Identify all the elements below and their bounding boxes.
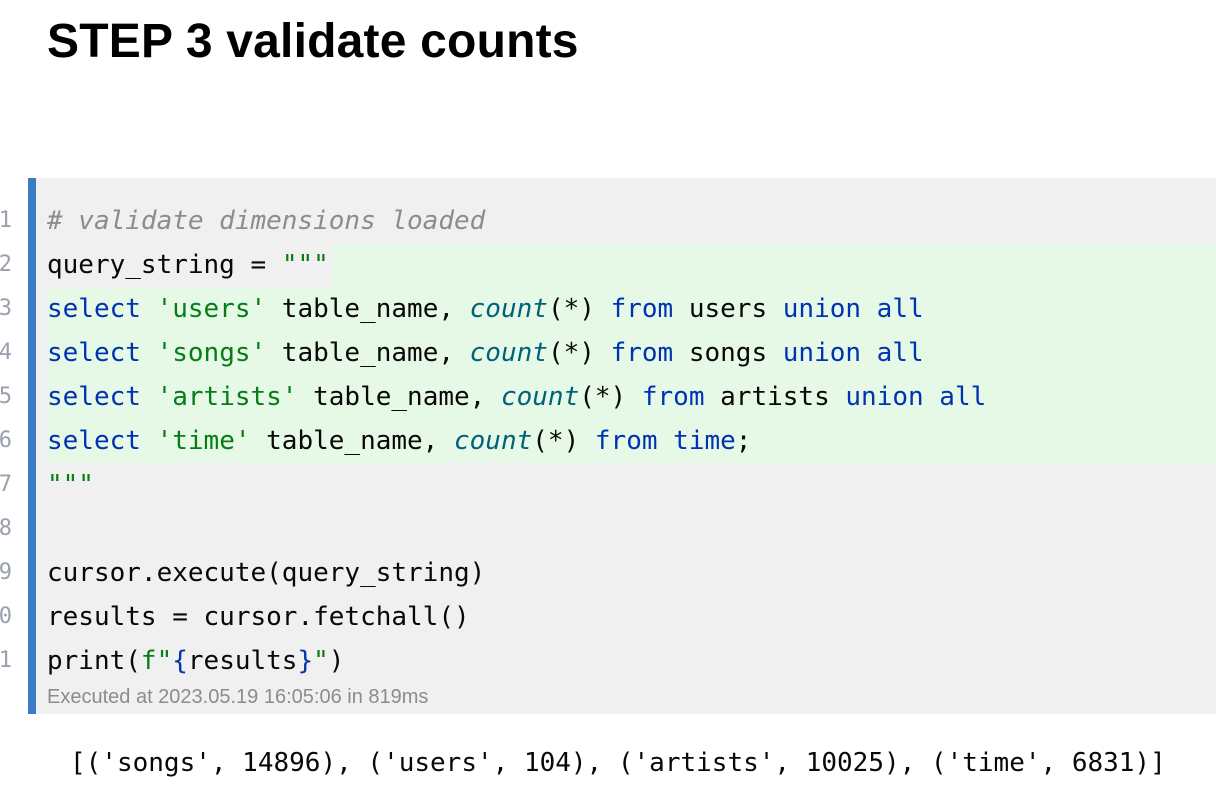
code-token-str: " — [313, 646, 329, 676]
code-token-str: """ — [281, 250, 329, 280]
code-line: select 'users' table_name, count(*) from… — [47, 287, 986, 331]
code-line: select 'songs' table_name, count(*) from… — [47, 331, 986, 375]
code-line: select 'time' table_name, count(*) from … — [47, 419, 986, 463]
line-number: 1 — [0, 648, 12, 673]
code-token-plain: ) — [328, 646, 345, 676]
code-token-fn: count — [469, 338, 548, 368]
code-token-plain: table_name, — [266, 294, 470, 324]
code-token-plain: (*) — [579, 382, 642, 412]
code-token-str: 'time' — [156, 426, 251, 456]
code-token-kw: union all — [782, 294, 924, 324]
code-token-plain: ; — [735, 426, 752, 456]
code-token-kw: select — [47, 294, 141, 324]
code-token-kw: union all — [845, 382, 987, 412]
code-token-kw: select — [47, 382, 141, 412]
page-title: STEP 3 validate counts — [47, 15, 579, 68]
code-line: query_string = """ — [47, 243, 986, 287]
code-token-kw: select — [47, 426, 141, 456]
line-number: 3 — [0, 296, 12, 321]
code-token-brace: } — [297, 646, 314, 676]
code-token-com: # validate dimensions loaded — [47, 206, 486, 236]
code-token-plain: table_name, — [250, 426, 454, 456]
code-token-str: 'artists' — [156, 382, 298, 412]
line-number: 4 — [0, 340, 12, 365]
line-number: 6 — [0, 428, 12, 453]
code-token-kw: from time — [594, 426, 736, 456]
code-token-fn: count — [454, 426, 533, 456]
line-number: 7 — [0, 472, 12, 497]
code-token-plain: users — [673, 294, 783, 324]
code-line: print(f"{results}") — [47, 639, 986, 683]
code-token-brace: { — [172, 646, 188, 676]
code-token-plain: artists — [704, 382, 846, 412]
code-token-kw: union all — [782, 338, 924, 368]
code-token-plain: table_name, — [297, 382, 501, 412]
code-token-plain: table_name, — [266, 338, 470, 368]
code-token-plain: results = cursor.fetchall() — [47, 602, 470, 632]
code-editor[interactable]: # validate dimensions loaded query_string… — [47, 199, 986, 683]
code-token-plain: (*) — [532, 426, 595, 456]
code-token-fn: count — [500, 382, 580, 412]
code-token-kw: from — [610, 294, 674, 324]
line-number: 5 — [0, 384, 12, 409]
code-line: # validate dimensions loaded — [47, 199, 986, 243]
line-number: 0 — [0, 604, 12, 629]
code-token-plain: songs — [673, 338, 783, 368]
code-token-fn: count — [469, 294, 548, 324]
line-number: 1 — [0, 208, 12, 233]
code-token-plain: (*) — [547, 338, 611, 368]
code-token-str: 'users' — [156, 294, 267, 324]
code-line: cursor.execute(query_string) — [47, 551, 986, 595]
code-token-plain: (*) — [547, 294, 611, 324]
execution-status: Executed at 2023.05.19 16:05:06 in 819ms — [47, 686, 429, 708]
line-number: 2 — [0, 252, 12, 277]
code-token-plain: cursor.execute(query_string) — [47, 558, 486, 588]
code-token-str: """ — [47, 470, 94, 500]
cell-selection-bar — [28, 178, 36, 714]
code-token-kw: from — [641, 382, 705, 412]
line-number: 8 — [0, 516, 12, 541]
code-token-str: f" — [140, 646, 173, 676]
cell-output: [('songs', 14896), ('users', 104), ('art… — [70, 748, 1166, 778]
code-line: select 'artists' table_name, count(*) fr… — [47, 375, 986, 419]
code-token-kw: from — [610, 338, 674, 368]
line-number: 9 — [0, 560, 12, 585]
code-line: """ — [47, 463, 986, 507]
code-line: results = cursor.fetchall() — [47, 595, 986, 639]
code-token-plain: print( — [47, 646, 141, 676]
code-token-kw: select — [47, 338, 141, 368]
line-number-gutter: 1 2 3 4 5 6 7 8 9 0 1 — [0, 199, 12, 683]
code-token-str: 'songs' — [156, 338, 267, 368]
code-token-plain: query_string = — [47, 250, 282, 280]
code-token-plain: results — [187, 646, 298, 676]
